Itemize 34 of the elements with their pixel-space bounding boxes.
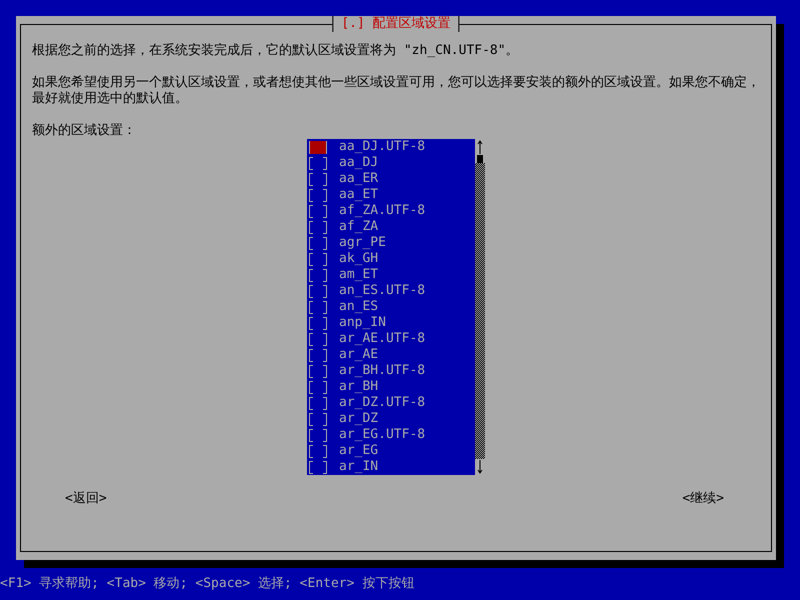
locale-item[interactable]: an_ES.UTF-8 — [339, 283, 426, 299]
instruction-text: 根据您之前的选择，在系统安装完成后，它的默认区域设置将为 "zh_CN.UTF-8"。 — [32, 43, 520, 59]
locale-item[interactable]: am_ET — [339, 267, 378, 283]
locale-item[interactable]: ar_BH — [339, 379, 378, 395]
locale-item[interactable]: ar_AE.UTF-8 — [339, 331, 426, 347]
locale-item[interactable]: ar_DZ.UTF-8 — [339, 395, 426, 411]
locale-item[interactable]: agr_PE — [339, 235, 386, 251]
locale-item[interactable]: aa_ER — [339, 171, 378, 187]
dialog-button[interactable]: <继续> — [682, 491, 724, 507]
dialog-title: [.] 配置区域设置 — [332, 16, 460, 32]
instruction-text: 如果您希望使用另一个默认区域设置，或者想使其他一些区域设置可用，您可以选择要安装的额外的区域设置。如果您不确定，最好就使用选中的默认值。 — [32, 75, 760, 107]
checkbox[interactable] — [309, 140, 327, 154]
scroll-down-icon[interactable] — [475, 459, 485, 475]
locale-item[interactable]: ar_AE — [339, 347, 378, 363]
locale-item[interactable]: ar_EG.UTF-8 — [339, 427, 426, 443]
locale-item[interactable]: ar_DZ — [339, 411, 378, 427]
locale-item[interactable]: ar_EG — [339, 443, 378, 459]
locale-item[interactable]: ar_BH.UTF-8 — [339, 363, 426, 379]
checkbox[interactable] — [309, 460, 327, 474]
scroll-up-icon[interactable] — [475, 139, 485, 155]
locale-item[interactable]: aa_DJ — [339, 155, 378, 171]
dialog-button[interactable]: <返回> — [65, 491, 107, 507]
locale-item[interactable]: af_ZA.UTF-8 — [339, 203, 426, 219]
locale-item[interactable]: aa_DJ.UTF-8 — [339, 139, 426, 155]
scroll-thumb[interactable] — [477, 155, 483, 163]
list-label: 额外的区域设置： — [32, 123, 137, 139]
status-bar-text: <F1> 寻求帮助; <Tab> 移动; <Space> 选择; <Enter> 按下按钮 — [0, 576, 416, 592]
checkbox[interactable] — [309, 156, 327, 170]
locale-item[interactable]: anp_IN — [339, 315, 386, 331]
locale-item[interactable]: aa_ET — [339, 187, 378, 203]
locale-item[interactable]: ar_IN — [339, 459, 378, 475]
locale-item[interactable]: af_ZA — [339, 219, 378, 235]
locale-item[interactable]: ak_GH — [339, 251, 378, 267]
locale-item[interactable]: an_ES — [339, 299, 378, 315]
